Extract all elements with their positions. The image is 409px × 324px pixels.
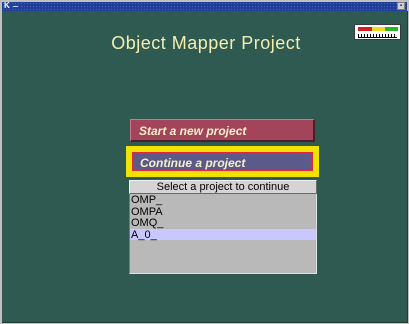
project-list-header: Select a project to continue (129, 180, 317, 194)
list-item[interactable]: OMPA (130, 206, 316, 218)
meter-green-segment (385, 27, 398, 31)
meter-baseline (358, 37, 397, 38)
list-item-selected[interactable]: A_0_ (130, 228, 316, 240)
app-icon[interactable]: K (4, 1, 10, 11)
app-window: K ▪ Object Mapper Project Start a new pr… (0, 0, 409, 324)
meter-yellow-segment (372, 27, 385, 31)
continue-project-button[interactable]: Continue a project (132, 152, 313, 171)
project-list[interactable]: OMP_ OMPA OMQ_ A_0_ (129, 194, 317, 274)
page-title: Object Mapper Project (111, 33, 301, 53)
meter-red-segment (358, 27, 372, 31)
level-meter-icon (354, 24, 401, 40)
minimize-icon[interactable] (13, 6, 18, 7)
start-new-project-button[interactable]: Start a new project (130, 119, 315, 142)
close-icon[interactable]: ▪ (397, 2, 405, 10)
list-item[interactable]: OMQ_ (130, 217, 316, 229)
continue-project-focus-outline: Continue a project (126, 146, 319, 177)
title-bar[interactable]: K ▪ (2, 1, 407, 11)
list-item[interactable]: OMP_ (130, 194, 316, 206)
